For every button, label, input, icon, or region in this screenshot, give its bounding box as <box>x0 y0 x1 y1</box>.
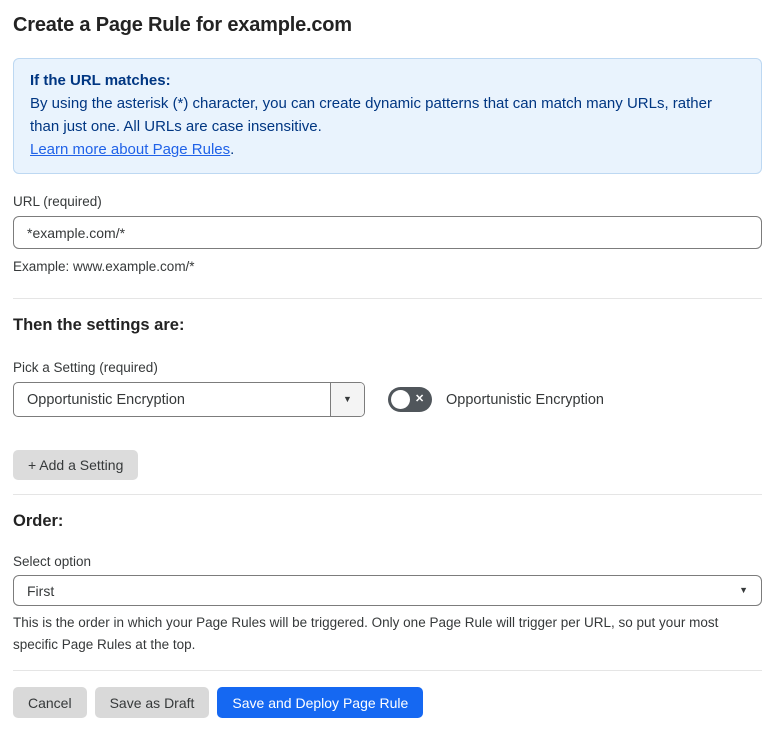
url-input[interactable] <box>13 216 762 249</box>
save-as-draft-button[interactable]: Save as Draft <box>94 687 210 718</box>
opportunistic-encryption-toggle[interactable]: ✕ <box>388 387 432 412</box>
url-matches-info-box: If the URL matches: By using the asteris… <box>13 58 762 174</box>
order-helper-text: This is the order in which your Page Rul… <box>13 615 719 652</box>
setting-dropdown-value: Opportunistic Encryption <box>27 391 185 408</box>
settings-section-heading: Then the settings are: <box>13 316 185 334</box>
learn-more-link[interactable]: Learn more about Page Rules <box>30 141 230 158</box>
chevron-down-icon: ▼ <box>739 585 748 595</box>
info-box-link-line: Learn more about Page Rules. <box>30 138 745 161</box>
divider <box>13 670 762 671</box>
page-rule-form: Create a Page Rule for example.com If th… <box>0 0 775 738</box>
setting-row: Opportunistic Encryption ▼ ✕ Opportunist… <box>13 382 762 417</box>
select-option-label: Select option <box>13 554 92 569</box>
pick-setting-label: Pick a Setting (required) <box>13 360 158 375</box>
chevron-down-icon: ▼ <box>343 394 352 404</box>
url-field-label: URL (required) <box>13 194 102 209</box>
setting-dropdown-arrow-button[interactable]: ▼ <box>330 383 364 416</box>
divider <box>13 298 762 299</box>
order-select-value: First <box>27 582 55 599</box>
footer-actions: Cancel Save as Draft Save and Deploy Pag… <box>13 687 762 718</box>
toggle-label: Opportunistic Encryption <box>446 391 604 408</box>
order-section-heading: Order: <box>13 512 64 530</box>
add-setting-button[interactable]: + Add a Setting <box>13 450 139 480</box>
toggle-off-x-icon: ✕ <box>415 393 425 405</box>
save-and-deploy-button[interactable]: Save and Deploy Page Rule <box>217 687 424 718</box>
divider <box>13 494 762 495</box>
toggle-knob <box>391 390 410 409</box>
cancel-button[interactable]: Cancel <box>13 687 87 718</box>
url-example-helper: Example: www.example.com/* <box>13 259 195 274</box>
setting-dropdown[interactable]: Opportunistic Encryption ▼ <box>13 382 365 417</box>
order-select[interactable]: First ▼ <box>13 575 762 606</box>
info-box-body: By using the asterisk (*) character, you… <box>30 95 712 135</box>
page-title: Create a Page Rule for example.com <box>13 14 352 36</box>
info-box-heading: If the URL matches: <box>30 72 171 89</box>
link-suffix: . <box>230 141 235 158</box>
